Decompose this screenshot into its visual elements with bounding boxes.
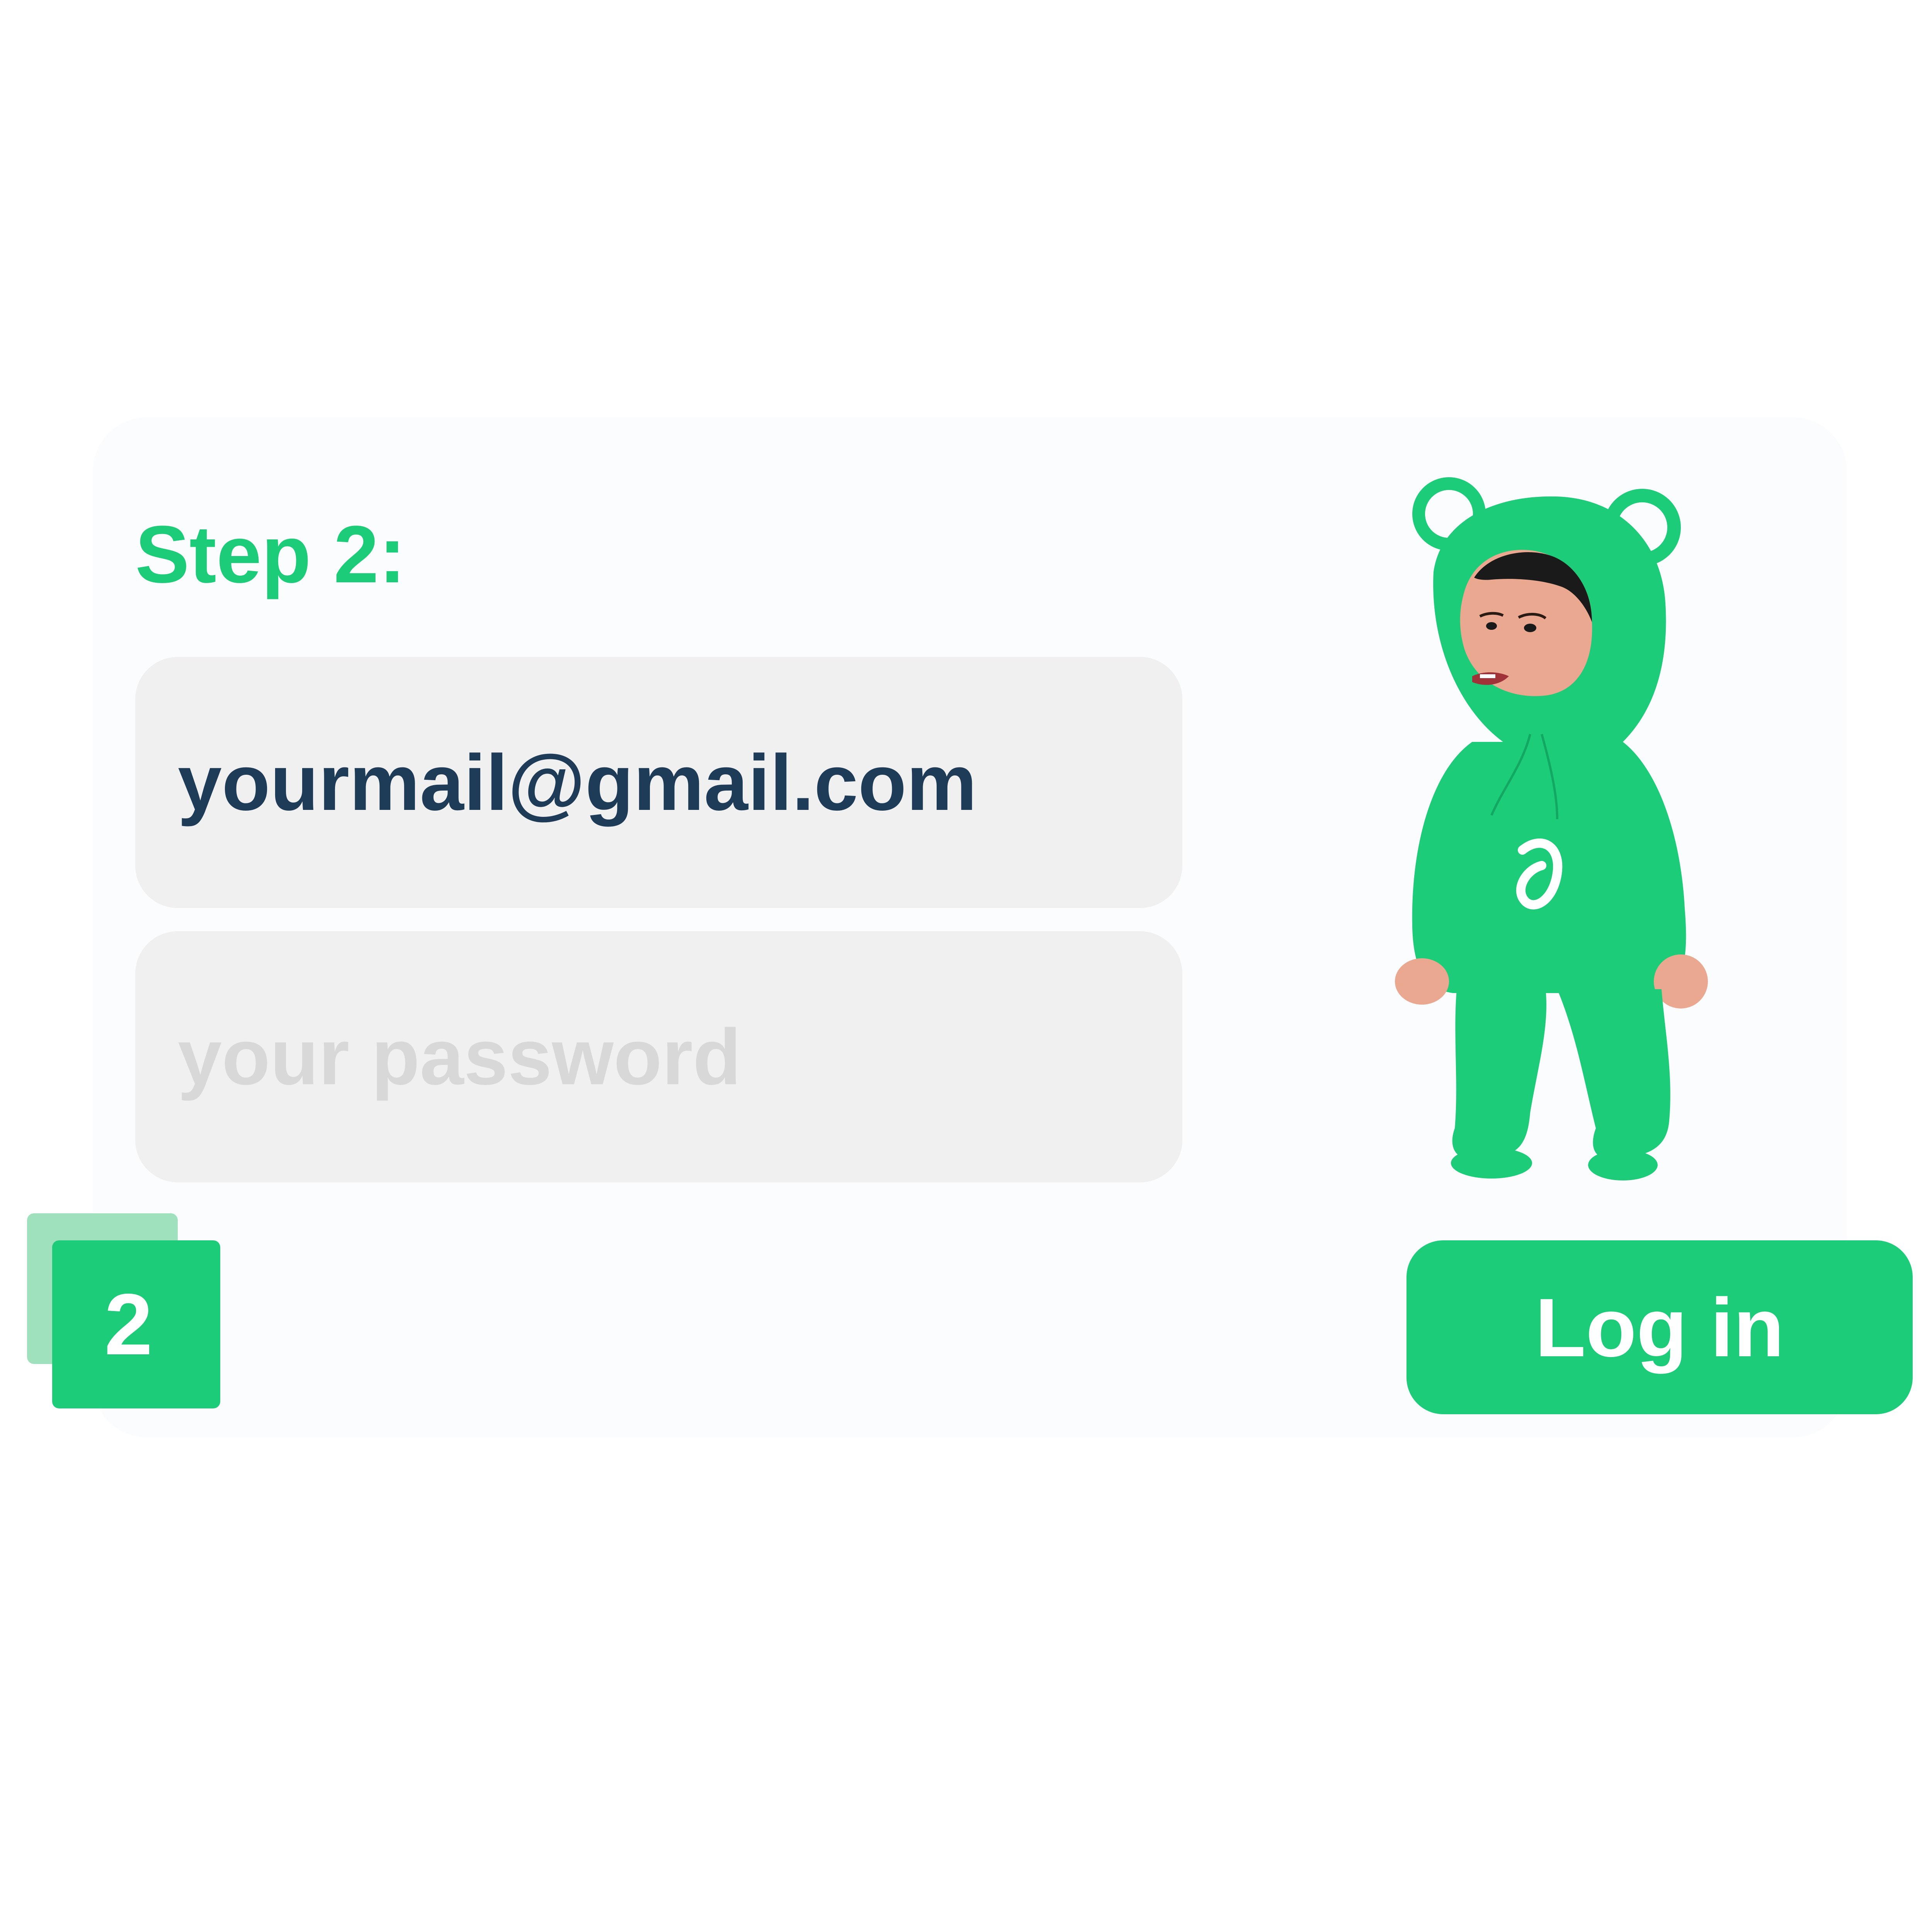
password-field[interactable]: your password: [135, 931, 1182, 1182]
step-number-badge: 2: [52, 1240, 220, 1408]
baby-bear-suit-icon: [1395, 477, 1708, 1180]
login-button-label: Log in: [1535, 1281, 1784, 1374]
login-button[interactable]: Log in: [1406, 1240, 1913, 1414]
email-field[interactable]: yourmail@gmail.com: [135, 657, 1182, 908]
step-number: 2: [104, 1276, 153, 1373]
email-value: yourmail@gmail.com: [178, 738, 977, 827]
step-title: Step 2:: [135, 509, 406, 600]
login-step-screen: Step 2: yourmail@gmail.com your password…: [0, 0, 1932, 1932]
password-placeholder: your password: [178, 1012, 742, 1101]
